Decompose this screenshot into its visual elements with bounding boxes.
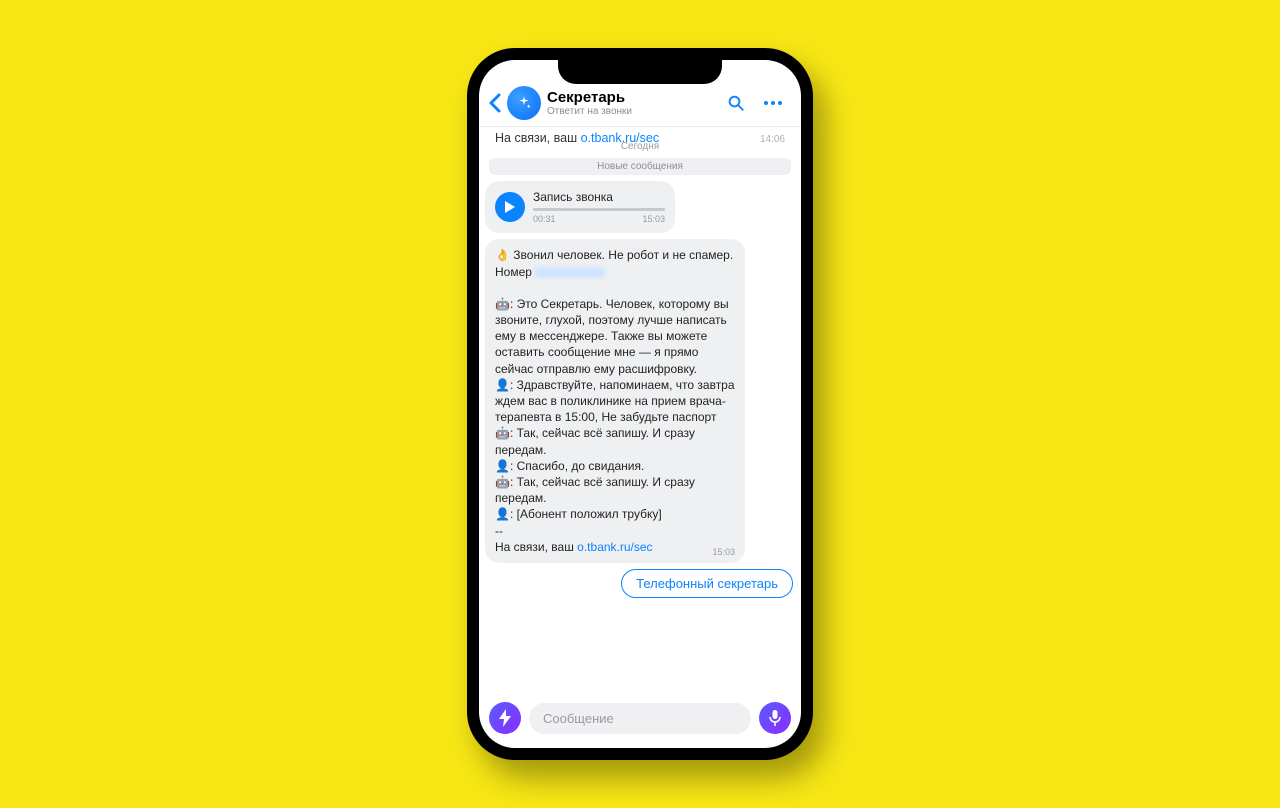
voice-message[interactable]: Запись звонка 00:31 15:03 <box>485 181 675 233</box>
avatar[interactable] <box>507 86 541 120</box>
voice-time: 15:03 <box>642 213 665 225</box>
play-icon <box>504 200 516 214</box>
bolt-icon <box>498 709 512 727</box>
quick-reply-chip[interactable]: Телефонный секретарь <box>621 569 793 598</box>
chat-subtitle: Ответит на звонки <box>547 106 715 117</box>
voice-duration: 00:31 <box>533 213 556 225</box>
transcript-line: 👤: Здравствуйте, напоминаем, что завтра … <box>495 377 735 426</box>
transcript-link[interactable]: o.tbank.ru/sec <box>577 540 652 554</box>
transcript-line: 👌 Звонил человек. Не робот и не спамер. … <box>495 247 735 279</box>
mic-icon <box>769 709 781 727</box>
chat-title-block[interactable]: Секретарь Ответит на звонки <box>547 89 715 117</box>
phone-notch <box>558 58 722 84</box>
transcript-time: 15:03 <box>712 546 735 558</box>
search-button[interactable] <box>721 90 751 116</box>
back-button[interactable] <box>487 93 501 113</box>
voice-title: Запись звонка <box>533 189 665 205</box>
chat-title: Секретарь <box>547 89 715 106</box>
quick-reply-row: Телефонный секретарь <box>487 569 793 598</box>
transcript-line: 🤖: Так, сейчас всё запишу. И сразу перед… <box>495 474 735 506</box>
search-icon <box>727 94 745 112</box>
transcript-line: 👤: Спасибо, до свидания. <box>495 458 735 474</box>
transcript-line: 🤖: Это Секретарь. Человек, которому вы з… <box>495 296 735 377</box>
transcript-message[interactable]: 👌 Звонил человек. Не робот и не спамер. … <box>485 239 745 563</box>
transcript-sep: -- <box>495 523 735 539</box>
sparkle-icon <box>516 95 532 111</box>
phone-frame: Секретарь Ответит на звонки На связи, ва… <box>467 48 813 760</box>
app-screen: Секретарь Ответит на звонки На связи, ва… <box>479 60 801 748</box>
voice-info: Запись звонка 00:31 15:03 <box>533 189 665 225</box>
input-bar: Сообщение <box>479 694 801 748</box>
transcript-line: 🤖: Так, сейчас всё запишу. И сразу перед… <box>495 425 735 457</box>
voice-input-button[interactable] <box>759 702 791 734</box>
message-input[interactable]: Сообщение <box>529 703 751 734</box>
more-button[interactable] <box>757 96 789 110</box>
play-button[interactable] <box>495 192 525 222</box>
voice-waveform[interactable] <box>533 208 665 211</box>
previous-time: 14:06 <box>760 134 785 145</box>
new-messages-separator: Новые сообщения <box>489 158 791 175</box>
chat-body[interactable]: На связи, ваш o.tbank.ru/sec 14:06 Сегод… <box>479 127 801 694</box>
transcript-footer: На связи, ваш o.tbank.ru/sec <box>495 539 735 555</box>
more-icon <box>763 100 783 106</box>
transcript-line: 👤: [Абонент положил трубку] <box>495 506 735 522</box>
redacted-number <box>535 267 605 278</box>
quick-actions-button[interactable] <box>489 702 521 734</box>
